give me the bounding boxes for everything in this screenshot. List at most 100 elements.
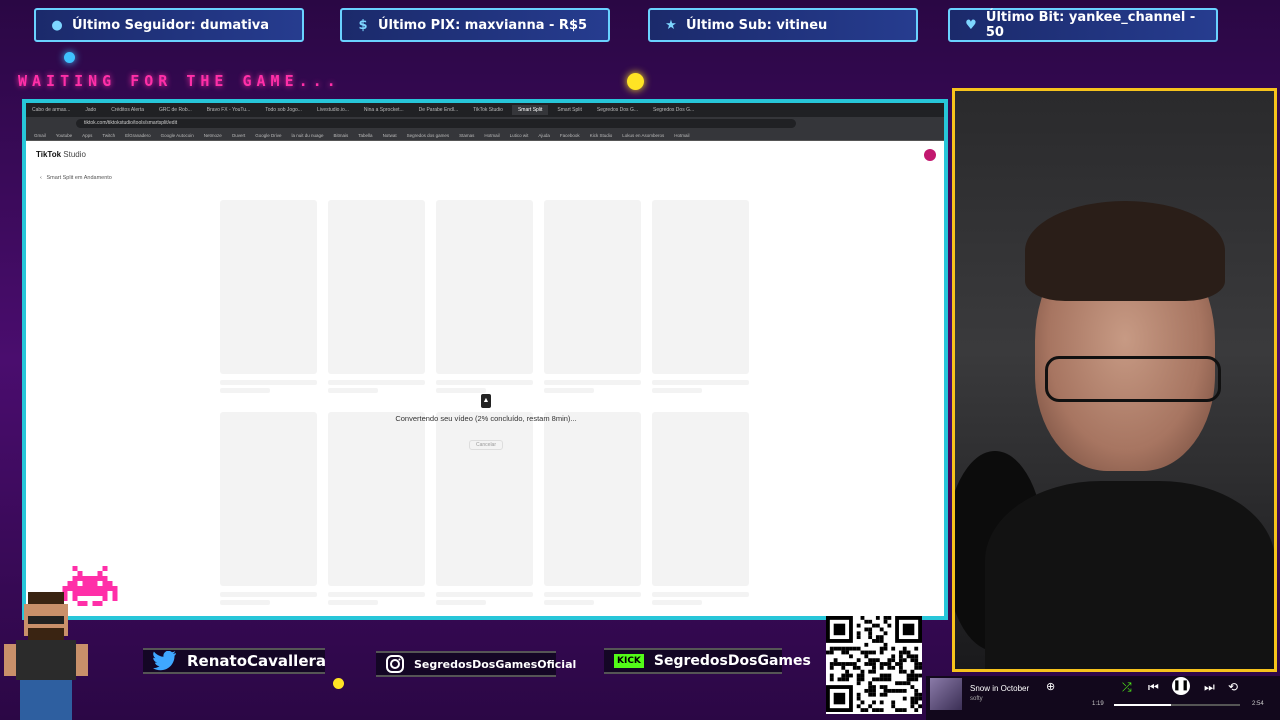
bookmark-item[interactable]: Apps [82, 133, 92, 138]
previous-icon[interactable]: ⏮ [1148, 680, 1159, 695]
back-link[interactable]: ‹ Smart Split em Andamento [40, 175, 112, 181]
conversion-text: Convertendo seu vídeo (2% concluído, res… [395, 414, 577, 423]
shuffle-icon[interactable]: ⤮ [1122, 680, 1132, 695]
placeholder-line [436, 380, 533, 385]
placeholder-line [544, 592, 641, 597]
bookmark-item[interactable]: Stamas [459, 133, 474, 138]
bookmark-item[interactable]: Hotmail [484, 133, 499, 138]
bookmark-item[interactable]: ElGranadero [125, 133, 151, 138]
placeholder-line [220, 592, 317, 597]
url-field[interactable]: tiktok.com/tiktokstudio/tools/smartsplit… [76, 119, 796, 128]
bookmark-item[interactable]: Ouvert [232, 133, 246, 138]
bookmark-item[interactable]: Twitch [102, 133, 115, 138]
placeholder-line [544, 380, 641, 385]
progress-bar[interactable] [1114, 704, 1240, 706]
browser-tab[interactable]: Segredos Dos G... [591, 105, 644, 115]
browser-tab[interactable]: Créditos Alerta [105, 105, 150, 115]
pause-button[interactable]: ❚❚ [1172, 677, 1190, 695]
bookmark-item[interactable]: Kick Studio [590, 133, 613, 138]
streamer-glasses [1045, 356, 1221, 402]
bookmark-item[interactable]: Hotmail [674, 133, 689, 138]
bookmark-item[interactable]: Tabella [358, 133, 372, 138]
decor-dot-blue [64, 52, 75, 63]
browser-tab[interactable]: Bravo FX - YouTu... [201, 105, 256, 115]
ticker-0: ● Último Seguidor: dumativa [34, 8, 304, 42]
chevron-left-icon: ‹ [40, 175, 42, 181]
placeholder-line [328, 380, 425, 385]
ticker-label: Último PIX: maxvianna - R$5 [378, 17, 588, 33]
conversion-status: ▲ Convertendo seu vídeo (2% concluído, r… [326, 394, 646, 450]
phone-icon: ▲ [481, 394, 491, 408]
waiting-text: WAITING FOR THE GAME... [18, 72, 341, 90]
browser-tab[interactable]: Segredos Dos G... [647, 105, 700, 115]
bookmark-item[interactable]: Facebook [560, 133, 580, 138]
browser-tab[interactable]: Jado [79, 105, 102, 115]
conversion-subtext [326, 426, 646, 432]
twitter-icon [153, 651, 177, 671]
video-placeholder [652, 412, 749, 586]
placeholder-line [220, 380, 317, 385]
tiktok-logo[interactable]: TikTok Studio [36, 150, 86, 159]
browser-tab[interactable]: GRC de Rob... [153, 105, 198, 115]
kick-handle: SegredosDosGames [653, 653, 811, 669]
video-placeholder [328, 200, 425, 374]
video-placeholder [220, 200, 317, 374]
bookmark-item[interactable]: Youtube [56, 133, 72, 138]
tiktok-logo-text: TikTok [36, 150, 62, 159]
bookmark-item[interactable]: Lutico wit [510, 133, 529, 138]
placeholder-line [544, 600, 594, 605]
repeat-icon[interactable]: ⟲ [1228, 680, 1238, 694]
browser-tab[interactable]: Smart Split [551, 105, 587, 115]
add-icon[interactable]: ⊕ [1046, 680, 1055, 693]
address-bar[interactable]: tiktok.com/tiktokstudio/tools/smartsplit… [26, 117, 944, 130]
social-kick: KICK SegredosDosGames [604, 648, 811, 674]
tiktok-studio-page: TikTok Studio ‹ Smart Split em Andamento… [26, 142, 944, 616]
browser-tab[interactable]: Nina a Sprocket... [358, 105, 410, 115]
social-twitter: RenatoCavallera [143, 648, 327, 674]
bookmark-item[interactable]: Lokus en Asomberos [622, 133, 664, 138]
pixel-avatar-icon [4, 592, 88, 720]
account-avatar[interactable] [924, 149, 936, 161]
streamer-body [985, 481, 1274, 669]
video-placeholder [544, 200, 641, 374]
bookmark-item[interactable]: la nuit du nuage [292, 133, 324, 138]
browser-tab[interactable]: De Parabe Endl... [413, 105, 464, 115]
browser-tab[interactable]: Livestudio.io... [311, 105, 355, 115]
browser-tab[interactable]: TikTok Studio [467, 105, 509, 115]
ticker-2: ★ Último Sub: vitineu [648, 8, 918, 42]
placeholder-line [652, 592, 749, 597]
browser-tab[interactable]: Cabo de armas... [26, 105, 76, 115]
kick-icon: KICK [614, 654, 644, 668]
browser-tab[interactable]: Todo sob Jogo... [259, 105, 308, 115]
bookmark-item[interactable]: Netmoze [204, 133, 222, 138]
video-placeholder [652, 200, 749, 374]
decor-dot-yellow [627, 73, 644, 90]
streamer-hair [1025, 201, 1225, 301]
bookmark-item[interactable]: Google Autocoin [161, 133, 194, 138]
music-player: Snow in October softy ⊕ ⤮ ⏮ ❚❚ ⏭ ⟲ 1:19 … [926, 676, 1280, 720]
ticker-label: Último Seguidor: dumativa [72, 17, 270, 33]
bookmark-item[interactable]: Google Drive [255, 133, 281, 138]
bookmark-item[interactable]: Gmail [34, 133, 46, 138]
tiktok-logo-sub: Studio [63, 150, 86, 159]
placeholder-line [328, 388, 378, 393]
browser-tab[interactable]: Smart Split [511, 105, 549, 115]
cancel-button[interactable]: Cancelar [468, 440, 503, 450]
bookmark-item[interactable]: Ajuda [538, 133, 550, 138]
bookmark-item[interactable]: Notwat [383, 133, 397, 138]
bookmark-item[interactable]: Segredos dos games [407, 133, 450, 138]
total-time: 2:54 [1252, 701, 1264, 707]
next-icon[interactable]: ⏭ [1204, 680, 1215, 695]
twitter-handle: RenatoCavallera [187, 652, 327, 670]
placeholder-line [652, 388, 702, 393]
browser-window: Cabo de armas... Jado Créditos Alerta GRC d… [22, 99, 948, 620]
bookmarks-bar: Gmail Youtube Apps Twitch ElGranadero Google … [26, 130, 944, 141]
placeholder-line [220, 600, 270, 605]
bookmark-item[interactable]: Bitmais [334, 133, 349, 138]
user-icon: ● [51, 17, 63, 33]
ticker-3: ♥ Último Bit: yankee_channel - 50 [948, 8, 1218, 42]
star-icon: ★ [665, 17, 677, 33]
placeholder-line [544, 388, 594, 393]
video-placeholder [436, 200, 533, 374]
social-instagram: SegredosDosGamesOficial [376, 651, 576, 677]
